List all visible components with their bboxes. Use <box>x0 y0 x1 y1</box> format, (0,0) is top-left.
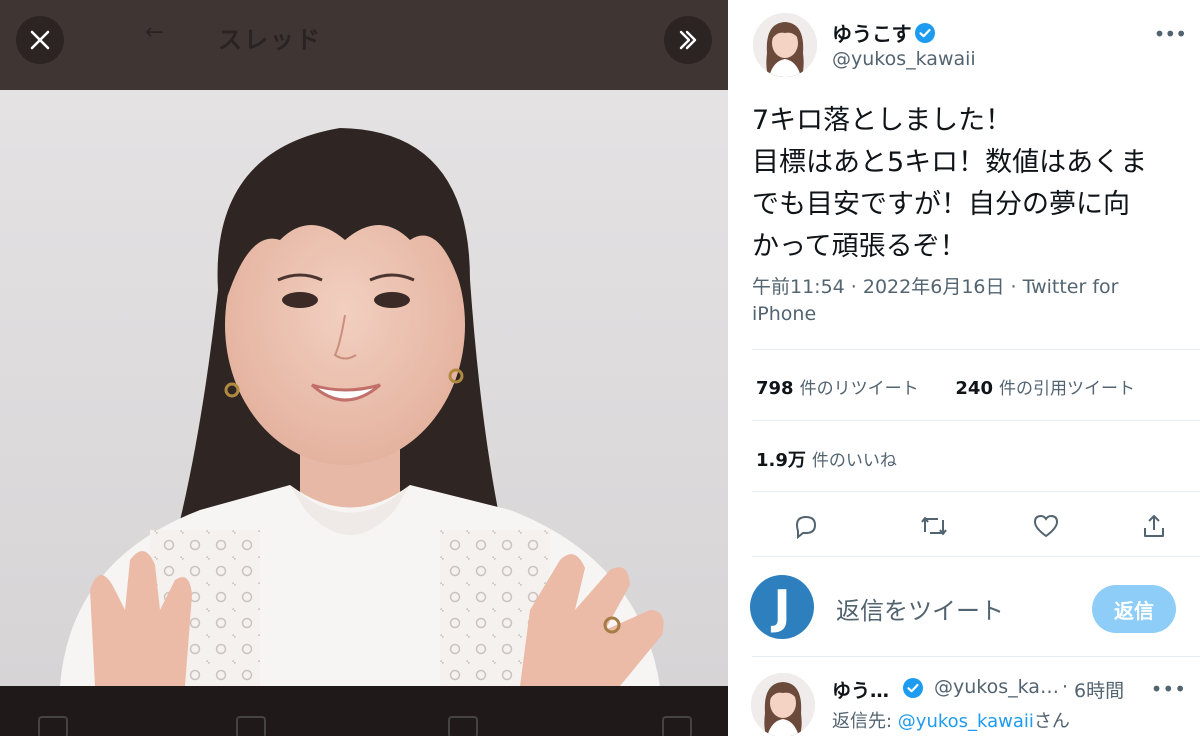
viewer-top-bar: ← スレッド <box>0 0 728 90</box>
arrow-left-icon: ← <box>145 20 164 45</box>
avatar-image <box>751 673 815 736</box>
author-name[interactable]: ゆうこす <box>832 18 912 47</box>
verified-badge-icon <box>903 678 923 698</box>
more-options-icon[interactable]: ••• <box>1154 22 1187 46</box>
current-user-avatar[interactable]: J <box>750 575 814 639</box>
tweet-text-line: 目標はあと5キロ！数値はあくま <box>752 147 1148 178</box>
verified-badge-icon <box>915 23 935 43</box>
close-icon <box>30 30 50 50</box>
reply-author-handle[interactable]: @yukos_ka… <box>934 676 1059 698</box>
replying-to: 返信先: @yukos_kawaiiさん <box>832 707 1070 733</box>
retweets-link[interactable]: 798 件のリツイート <box>756 378 919 399</box>
media-viewer: ← スレッド <box>0 0 728 736</box>
expand-panel-button[interactable] <box>664 16 712 64</box>
quotes-link[interactable]: 240 件の引用ツイート <box>955 378 1135 399</box>
retweets-count: 798 <box>756 378 794 399</box>
replying-to-suffix: さん <box>1033 711 1070 732</box>
retweet-quote-stats: 798 件のリツイート 240 件の引用ツイート <box>756 374 1135 399</box>
tweet-panel: ゆうこす @yukos_kawaii ••• 7キロ落としました！ 目標はあと5… <box>728 0 1200 736</box>
likes-label: 件のいいね <box>811 451 897 471</box>
replying-to-prefix: 返信先: <box>832 711 898 732</box>
reply-author-avatar[interactable] <box>751 673 815 736</box>
likes-stats[interactable]: 1.9万 件のいいね <box>756 446 897 472</box>
viewer-bottom-bar <box>0 686 728 736</box>
reply-composer: J 返信 <box>728 560 1200 656</box>
reply-icon[interactable] <box>38 716 68 736</box>
share-icon[interactable] <box>662 716 692 736</box>
like-icon[interactable] <box>448 716 478 736</box>
source-client[interactable]: iPhone <box>752 301 1192 328</box>
author-handle[interactable]: @yukos_kawaii <box>832 48 976 70</box>
separator-dot: · <box>1062 676 1069 698</box>
tweet-meta: 午前11:54 · 2022年6月16日 · Twitter for iPhon… <box>752 274 1192 328</box>
reply-submit-button[interactable]: 返信 <box>1092 585 1176 633</box>
timestamp-source[interactable]: 午前11:54 · 2022年6月16日 · Twitter for <box>752 274 1192 301</box>
divider <box>752 556 1200 557</box>
retweet-icon[interactable] <box>236 716 266 736</box>
share-icon <box>1144 515 1164 537</box>
quotes-count: 240 <box>955 378 993 399</box>
retweet-button[interactable] <box>916 508 952 544</box>
author-avatar[interactable] <box>753 13 817 77</box>
likes-count: 1.9万 <box>756 450 806 471</box>
retweet-icon <box>921 517 947 535</box>
close-button[interactable] <box>16 16 64 64</box>
like-icon <box>1033 514 1059 538</box>
reply-icon <box>795 515 817 540</box>
divider <box>752 349 1200 350</box>
reply-button[interactable] <box>788 508 824 544</box>
tweet-text-line: 7キロ落としました！ <box>752 105 1013 136</box>
quotes-label: 件の引用ツイート <box>998 379 1135 399</box>
reply-input[interactable] <box>834 592 1078 630</box>
like-button[interactable] <box>1028 508 1064 544</box>
retweets-label: 件のリツイート <box>799 379 919 399</box>
tweet-actions <box>756 504 1196 548</box>
divider <box>752 420 1200 421</box>
chevron-double-right-icon <box>679 30 697 50</box>
divider <box>752 491 1200 492</box>
tweet-text-line: かって頑張るぞ！ <box>752 231 967 262</box>
tweet-photo[interactable] <box>0 90 728 686</box>
tweet-text-line: でも目安ですが！自分の夢に向 <box>752 189 1130 220</box>
divider <box>752 656 1200 657</box>
more-options-icon[interactable]: ••• <box>1151 677 1186 701</box>
share-button[interactable] <box>1136 508 1172 544</box>
avatar-image <box>753 13 817 77</box>
mention-link[interactable]: @yukos_kawaii <box>898 711 1034 732</box>
reply-author-name[interactable]: ゆう… <box>832 676 889 703</box>
reply-time[interactable]: 6時間 <box>1074 676 1124 703</box>
portrait-image <box>0 90 728 686</box>
tweet-text: 7キロ落としました！ 目標はあと5キロ！数値はあくま でも目安ですが！自分の夢に… <box>752 100 1192 268</box>
thread-title: スレッド <box>218 26 322 54</box>
